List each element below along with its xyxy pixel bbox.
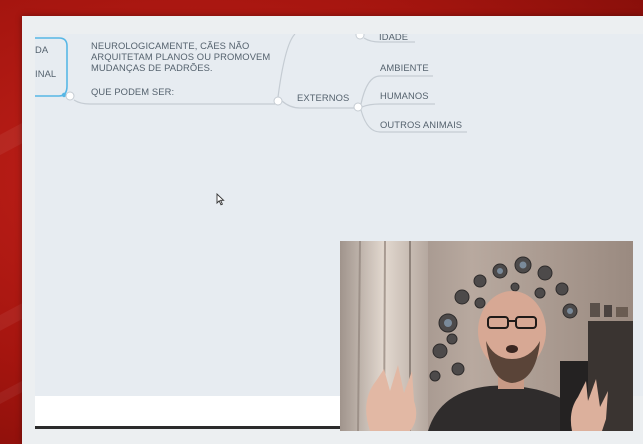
node-ambiente[interactable]: AMBIENTE bbox=[380, 62, 429, 73]
webcam-video-feed bbox=[340, 241, 633, 431]
webcam-scene bbox=[340, 241, 633, 431]
node-connector-dot bbox=[65, 91, 75, 101]
node-connector-dot bbox=[355, 34, 365, 40]
node-connector-dot bbox=[273, 96, 283, 106]
connector-line bbox=[361, 103, 435, 108]
connector-line bbox=[277, 34, 296, 98]
node-idade[interactable]: IDADE bbox=[379, 34, 408, 42]
note-line-2[interactable]: ARQUITETAM PLANOS OU PROMOVEM bbox=[91, 51, 270, 62]
node-connector-dot bbox=[353, 102, 363, 112]
partial-node-label-top[interactable]: DA bbox=[35, 44, 48, 55]
mouse-pointer-icon bbox=[216, 193, 225, 206]
node-outros-animais[interactable]: OUTROS ANIMAIS bbox=[380, 119, 462, 130]
note-line-3[interactable]: MUDANÇAS DE PADRÕES. bbox=[91, 62, 213, 73]
bottom-divider bbox=[35, 426, 340, 429]
node-humanos[interactable]: HUMANOS bbox=[380, 90, 429, 101]
bottom-bar bbox=[35, 396, 340, 426]
partial-node-label-bottom[interactable]: INAL bbox=[35, 68, 56, 79]
question-label[interactable]: QUE PODEM SER: bbox=[91, 86, 174, 97]
note-line-1[interactable]: NEUROLOGICAMENTE, CÃES NÃO bbox=[91, 40, 249, 51]
node-externos[interactable]: EXTERNOS bbox=[297, 92, 349, 103]
connector-line bbox=[73, 99, 275, 105]
